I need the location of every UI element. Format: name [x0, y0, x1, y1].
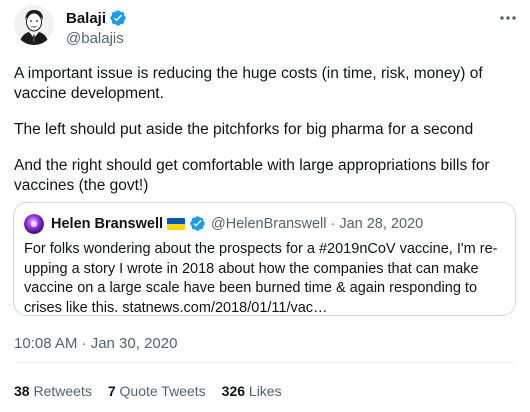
author-handle[interactable]: @balajis — [66, 30, 124, 47]
separator-dot: · — [330, 216, 336, 232]
retweets-count: 38 — [14, 383, 30, 399]
quoted-tweet-text: For folks wondering about the prospects … — [24, 241, 498, 316]
more-options-icon[interactable] — [498, 8, 518, 28]
quoted-tweet-header: Helen Branswell @HelenBranswell · Jan 28… — [24, 214, 423, 234]
engagement-stats: 38 Retweets 7 Quote Tweets 326 Likes — [14, 383, 282, 399]
author-name-row: Balaji — [66, 9, 127, 27]
likes-count: 326 — [221, 383, 246, 399]
likes-label: Likes — [248, 383, 282, 399]
likes-stat[interactable]: 326 Likes — [222, 383, 282, 399]
quote-tweets-label: Quote Tweets — [119, 383, 206, 399]
verified-badge-icon — [109, 9, 127, 27]
ukraine-flag-icon — [167, 218, 186, 230]
retweets-label: Retweets — [33, 383, 92, 399]
portrait-icon — [14, 5, 54, 45]
quote-tweets-stat[interactable]: 7 Quote Tweets — [108, 383, 206, 399]
divider — [14, 362, 516, 363]
tweet-detail: Balaji @balajis A important issue is red… — [0, 0, 530, 412]
tweet-paragraph: The left should put aside the pitchforks… — [14, 121, 474, 138]
author-name[interactable]: Balaji — [66, 10, 106, 27]
quoted-author-name[interactable]: Helen Branswell — [51, 216, 163, 232]
quoted-tweet-card[interactable]: Helen Branswell @HelenBranswell · Jan 28… — [13, 202, 516, 316]
tweet-paragraph: And the right should get comfortable wit… — [14, 157, 490, 194]
quoted-tweet-date[interactable]: Jan 28, 2020 — [339, 216, 423, 232]
quoted-author-avatar[interactable] — [24, 214, 44, 234]
tweet-text: A important issue is reducing the huge c… — [14, 64, 519, 212]
author-avatar[interactable] — [14, 5, 54, 45]
verified-badge-icon — [189, 215, 207, 233]
quote-tweets-count: 7 — [107, 383, 116, 399]
quoted-author-handle[interactable]: @HelenBranswell — [211, 216, 326, 232]
retweets-stat[interactable]: 38 Retweets — [14, 383, 92, 399]
tweet-paragraph: A important issue is reducing the huge c… — [14, 65, 483, 102]
tweet-timestamp[interactable]: 10:08 AM · Jan 30, 2020 — [14, 335, 177, 352]
